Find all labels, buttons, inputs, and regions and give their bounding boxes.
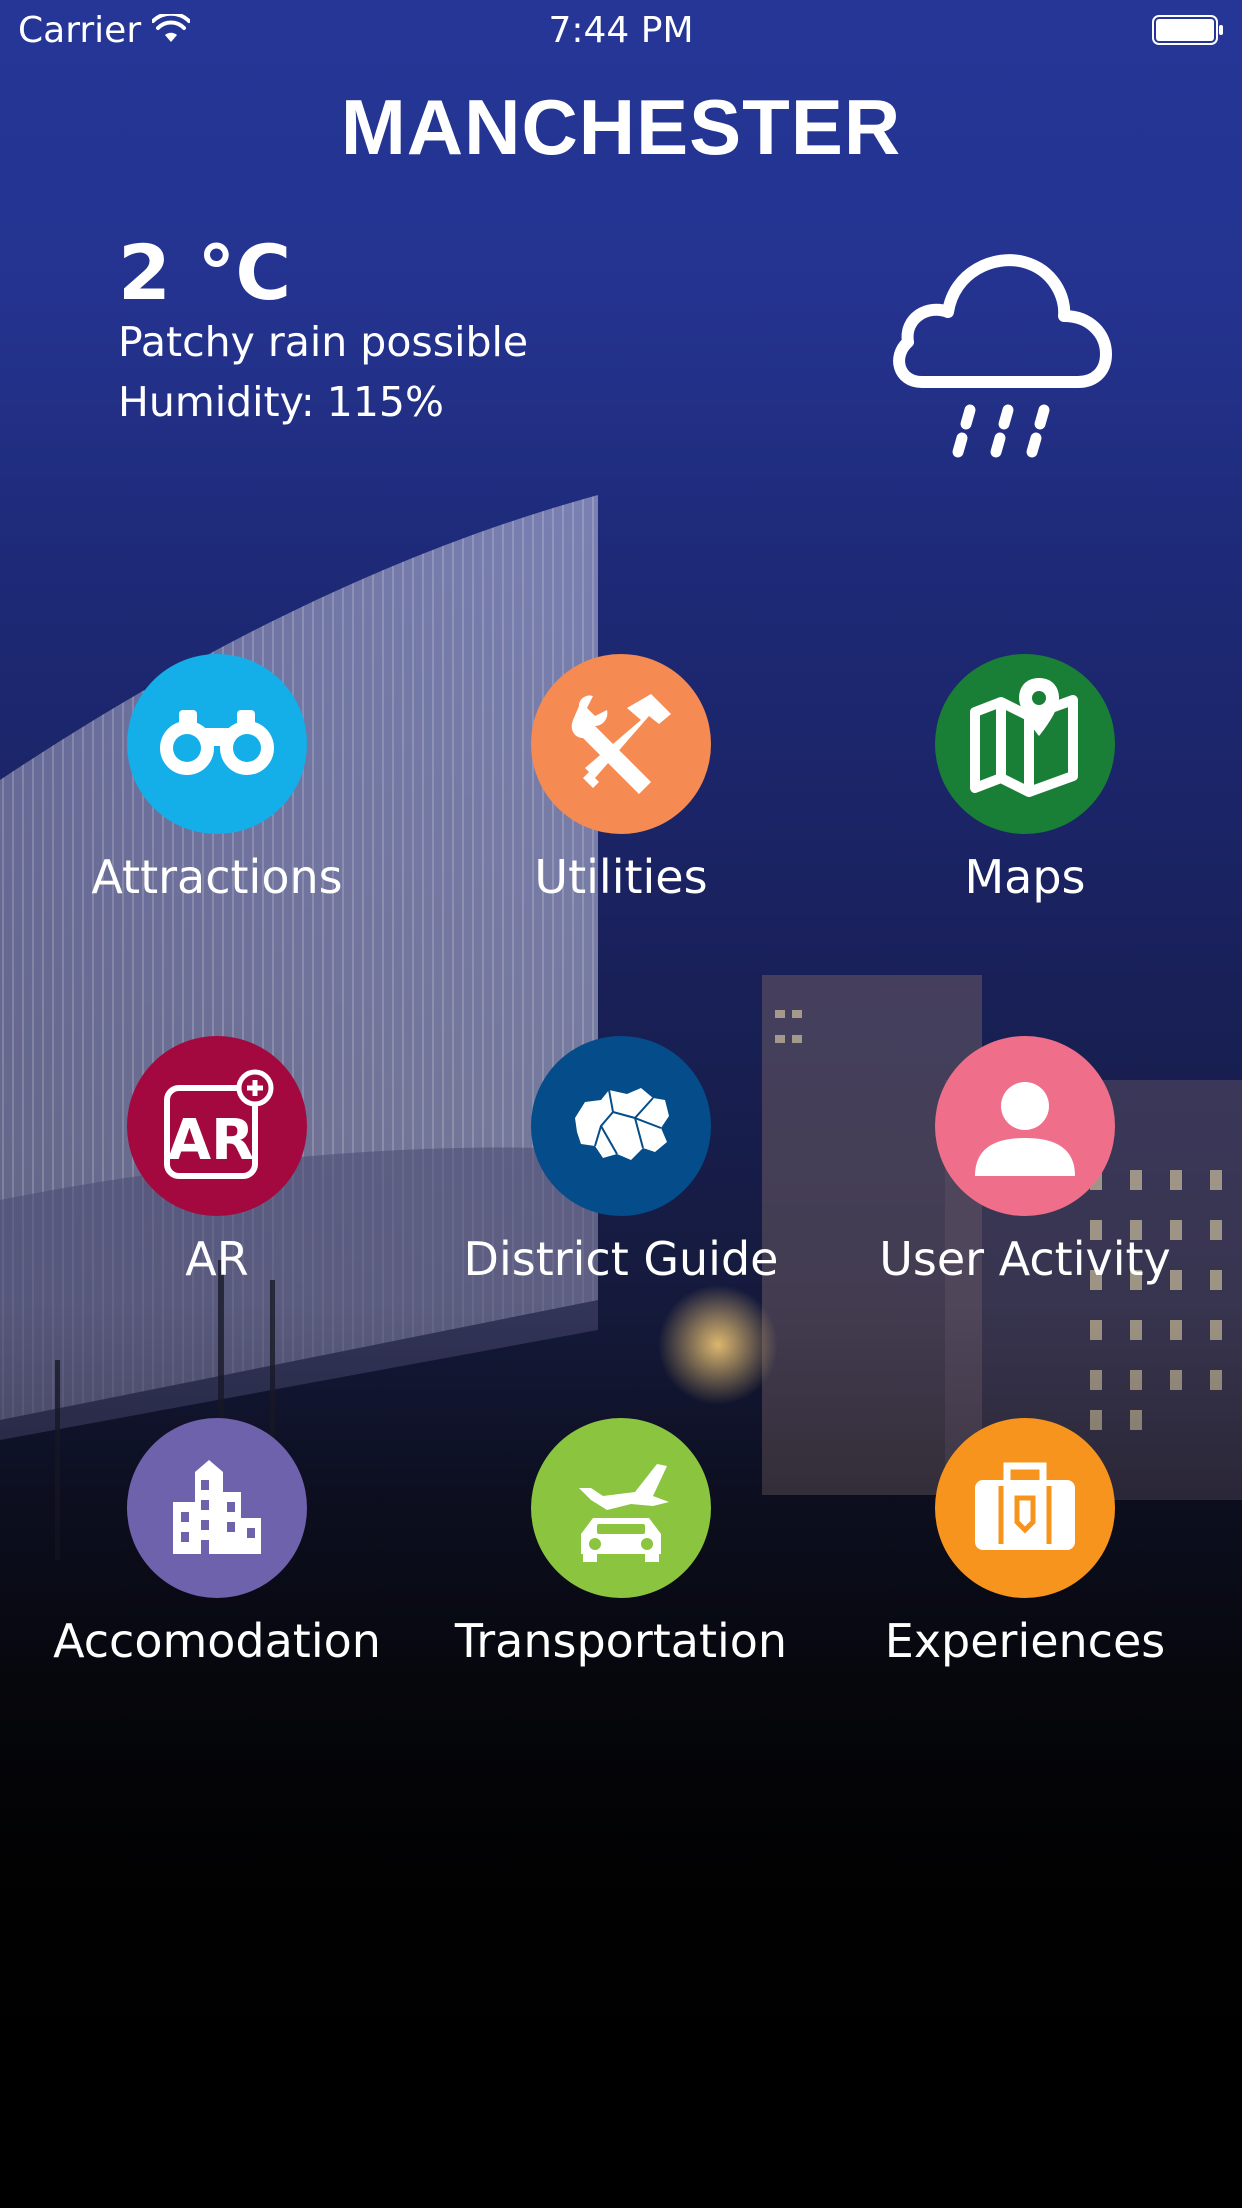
cloud-rain-icon [893,254,1112,458]
transportation-label: Transportation [454,1614,788,1668]
user-icon [975,1082,1075,1176]
attractions-button[interactable] [127,654,307,834]
weather-description: Patchy rain possible [118,318,529,366]
page-title: MANCHESTER [340,83,902,171]
menu-tile-experiences[interactable]: Experiences [825,1418,1225,1718]
weather-temperature: 2 °C [118,228,292,317]
menu-tile-transportation[interactable]: Transportation [421,1418,821,1718]
menu-tile-accomodation[interactable]: Accomodation [17,1418,417,1718]
menu-tile-user-activity[interactable]: User Activity [825,1036,1225,1336]
humidity-label: Humidity: [118,378,315,426]
district-map-icon [575,1088,669,1160]
maps-button[interactable] [935,654,1115,834]
humidity-value: 115% [326,378,444,426]
home-screen: Carrier 7:44 PM MANCHESTER 2 °C Patchy r… [0,0,1242,2208]
status-bar: Carrier 7:44 PM [0,0,1242,60]
binoculars-icon [160,710,274,775]
suitcase-icon [975,1462,1075,1550]
ar-label: AR [185,1232,249,1286]
transport-icon [579,1464,669,1562]
experiences-label: Experiences [884,1614,1166,1668]
menu-tile-ar[interactable]: AR AR [17,1036,417,1336]
ar-button[interactable]: AR [127,1036,307,1216]
weather-humidity: Humidity: 115% [118,378,444,426]
tools-icon [571,694,671,794]
menu-tile-utilities[interactable]: Utilities [421,654,821,954]
accomodation-button[interactable] [127,1418,307,1598]
status-time: 7:44 PM [548,10,694,51]
svg-text:AR: AR [168,1108,254,1173]
map-icon [970,678,1078,797]
maps-label: Maps [964,850,1086,904]
menu-tile-attractions[interactable]: Attractions [17,654,417,954]
building-icon [173,1460,261,1554]
utilities-button[interactable] [531,654,711,834]
accomodation-label: Accomodation [53,1614,381,1668]
battery-icon [1152,15,1223,45]
transportation-button[interactable] [531,1418,711,1598]
menu-tile-district-guide[interactable]: District Guide [421,1036,821,1336]
district-guide-button[interactable] [531,1036,711,1216]
district-guide-label: District Guide [463,1232,779,1286]
utilities-label: Utilities [534,850,708,904]
user-activity-button[interactable] [935,1036,1115,1216]
experiences-button[interactable] [935,1418,1115,1598]
user-activity-label: User Activity [879,1232,1171,1286]
menu-tile-maps[interactable]: Maps [825,654,1225,954]
attractions-label: Attractions [91,850,343,904]
ar-icon: AR [164,1069,274,1179]
